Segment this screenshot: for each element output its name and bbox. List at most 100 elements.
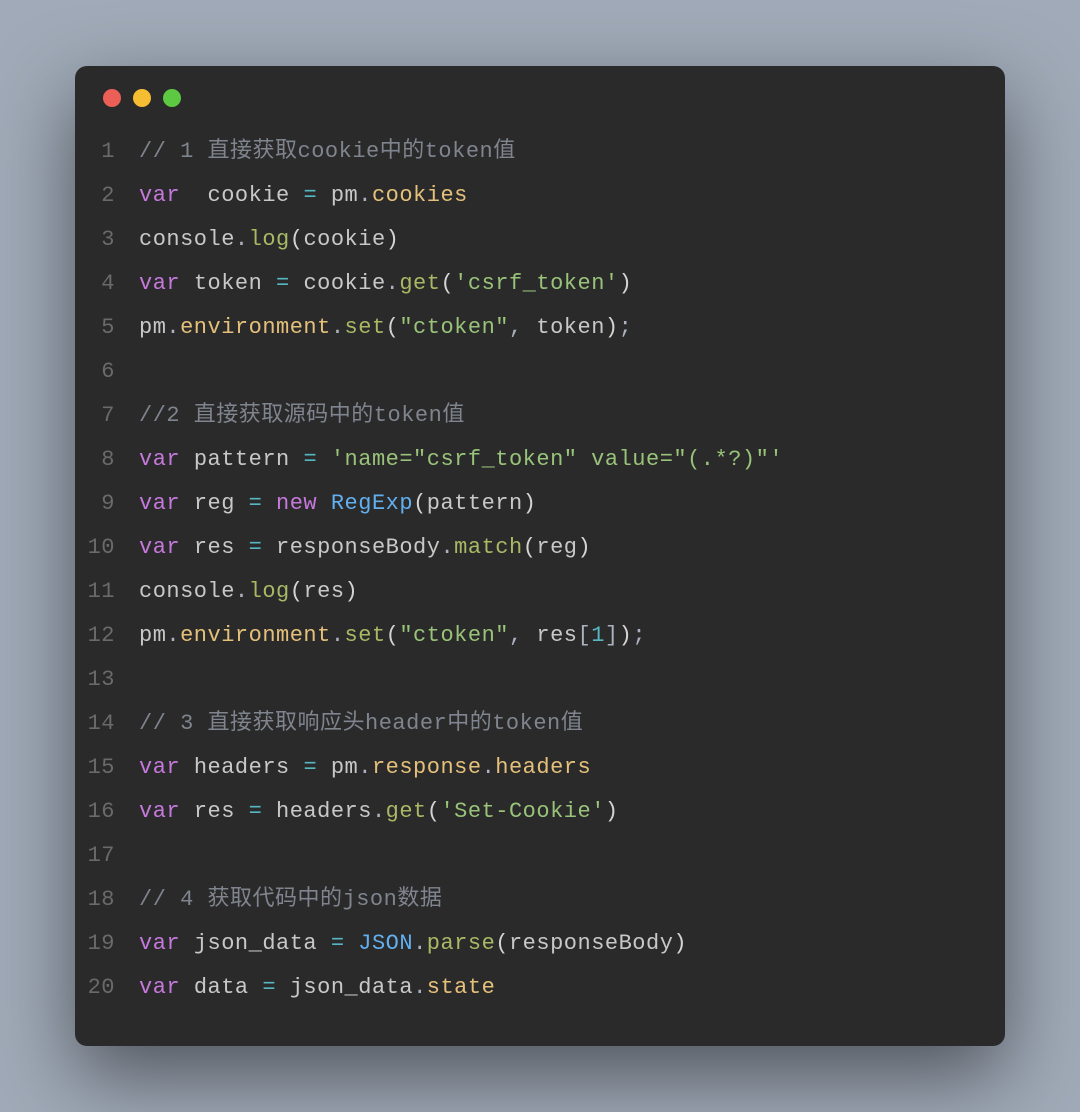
token-plain bbox=[262, 491, 276, 516]
line-number: 3 bbox=[75, 218, 139, 262]
line-number: 16 bbox=[75, 790, 139, 834]
code-line: 14// 3 直接获取响应头header中的token值 bbox=[75, 702, 1005, 746]
code-line: 1// 1 直接获取cookie中的token值 bbox=[75, 130, 1005, 174]
token-paren: ) bbox=[386, 227, 400, 252]
token-plain bbox=[317, 755, 331, 780]
code-content: pm.environment.set("ctoken", res[1]); bbox=[139, 614, 646, 658]
token-op: = bbox=[331, 931, 345, 956]
token-string: "ctoken" bbox=[399, 315, 509, 340]
code-line: 20var data = json_data.state bbox=[75, 966, 1005, 1010]
code-line: 7//2 直接获取源码中的token值 bbox=[75, 394, 1005, 438]
token-punct: . bbox=[358, 183, 372, 208]
window-titlebar bbox=[75, 66, 1005, 130]
token-paren: ( bbox=[427, 799, 441, 824]
token-punct: . bbox=[331, 623, 345, 648]
token-method2: parse bbox=[427, 931, 496, 956]
code-editor: 1// 1 直接获取cookie中的token值2var cookie = pm… bbox=[75, 130, 1005, 1046]
line-number: 20 bbox=[75, 966, 139, 1010]
token-ident: pm bbox=[139, 623, 166, 648]
token-plain bbox=[180, 931, 194, 956]
token-punct: . bbox=[413, 931, 427, 956]
code-line: 3console.log(cookie) bbox=[75, 218, 1005, 262]
close-icon[interactable] bbox=[103, 89, 121, 107]
token-paren: ) bbox=[619, 623, 633, 648]
token-paren: ( bbox=[386, 623, 400, 648]
token-ident: pattern bbox=[194, 447, 290, 472]
token-ident: json_data bbox=[290, 975, 413, 1000]
line-number: 10 bbox=[75, 526, 139, 570]
token-method2: get bbox=[399, 271, 440, 296]
token-op: = bbox=[249, 491, 263, 516]
code-content: var token = cookie.get('csrf_token') bbox=[139, 262, 632, 306]
token-punct: . bbox=[235, 579, 249, 604]
token-punct: . bbox=[331, 315, 345, 340]
token-op: = bbox=[303, 447, 317, 472]
token-paren: ( bbox=[440, 271, 454, 296]
token-ident: console bbox=[139, 227, 235, 252]
token-method2: log bbox=[249, 227, 290, 252]
token-keyword: var bbox=[139, 975, 180, 1000]
token-ident: pm bbox=[139, 315, 166, 340]
token-paren: ( bbox=[523, 535, 537, 560]
token-string: "ctoken" bbox=[399, 623, 509, 648]
token-punct: , bbox=[509, 623, 536, 648]
token-op: = bbox=[262, 975, 276, 1000]
token-method2: set bbox=[345, 315, 386, 340]
token-method2: set bbox=[345, 623, 386, 648]
token-plain bbox=[290, 271, 304, 296]
code-content: var headers = pm.response.headers bbox=[139, 746, 591, 790]
code-content: pm.environment.set("ctoken", token); bbox=[139, 306, 632, 350]
token-ident: token bbox=[194, 271, 263, 296]
token-string: 'csrf_token' bbox=[454, 271, 618, 296]
maximize-icon[interactable] bbox=[163, 89, 181, 107]
token-punct: . bbox=[386, 271, 400, 296]
code-content: var data = json_data.state bbox=[139, 966, 495, 1010]
minimize-icon[interactable] bbox=[133, 89, 151, 107]
token-plain bbox=[180, 535, 194, 560]
token-punct: . bbox=[482, 755, 496, 780]
token-ident: res bbox=[194, 535, 235, 560]
token-punct: , bbox=[509, 315, 536, 340]
token-prop: cookies bbox=[372, 183, 468, 208]
token-op: = bbox=[249, 535, 263, 560]
code-line: 9var reg = new RegExp(pattern) bbox=[75, 482, 1005, 526]
token-paren: ) bbox=[523, 491, 537, 516]
token-plain bbox=[235, 491, 249, 516]
code-content: var json_data = JSON.parse(responseBody) bbox=[139, 922, 687, 966]
token-string: 'name="csrf_token" value="(.*?)"' bbox=[331, 447, 783, 472]
code-content: //2 直接获取源码中的token值 bbox=[139, 394, 465, 438]
token-keyword: var bbox=[139, 535, 180, 560]
token-prop: response bbox=[372, 755, 482, 780]
code-content: console.log(cookie) bbox=[139, 218, 399, 262]
token-plain bbox=[180, 183, 207, 208]
line-number: 12 bbox=[75, 614, 139, 658]
token-comment: // 4 获取代码中的json数据 bbox=[139, 887, 442, 912]
token-plain bbox=[317, 931, 331, 956]
code-content: var cookie = pm.cookies bbox=[139, 174, 468, 218]
token-punct: . bbox=[235, 227, 249, 252]
token-prop: environment bbox=[180, 315, 331, 340]
token-method2: match bbox=[454, 535, 523, 560]
token-keyword: var bbox=[139, 271, 180, 296]
token-plain bbox=[180, 447, 194, 472]
code-line: 12pm.environment.set("ctoken", res[1]); bbox=[75, 614, 1005, 658]
line-number: 1 bbox=[75, 130, 139, 174]
code-line: 10var res = responseBody.match(reg) bbox=[75, 526, 1005, 570]
code-line: 8var pattern = 'name="csrf_token" value=… bbox=[75, 438, 1005, 482]
token-ident: reg bbox=[194, 491, 235, 516]
code-line: 18// 4 获取代码中的json数据 bbox=[75, 878, 1005, 922]
token-ident: cookie bbox=[208, 183, 290, 208]
code-content: // 1 直接获取cookie中的token值 bbox=[139, 130, 516, 174]
code-window: 1// 1 直接获取cookie中的token值2var cookie = pm… bbox=[75, 66, 1005, 1046]
line-number: 13 bbox=[75, 658, 139, 702]
token-comment: // 3 直接获取响应头header中的token值 bbox=[139, 711, 583, 736]
token-op: = bbox=[249, 799, 263, 824]
code-line: 19var json_data = JSON.parse(responseBod… bbox=[75, 922, 1005, 966]
token-paren: ) bbox=[619, 271, 633, 296]
token-ident: headers bbox=[276, 799, 372, 824]
token-punct: . bbox=[413, 975, 427, 1000]
token-method2: log bbox=[249, 579, 290, 604]
line-number: 18 bbox=[75, 878, 139, 922]
token-ident: headers bbox=[194, 755, 290, 780]
token-ident: responseBody bbox=[509, 931, 673, 956]
